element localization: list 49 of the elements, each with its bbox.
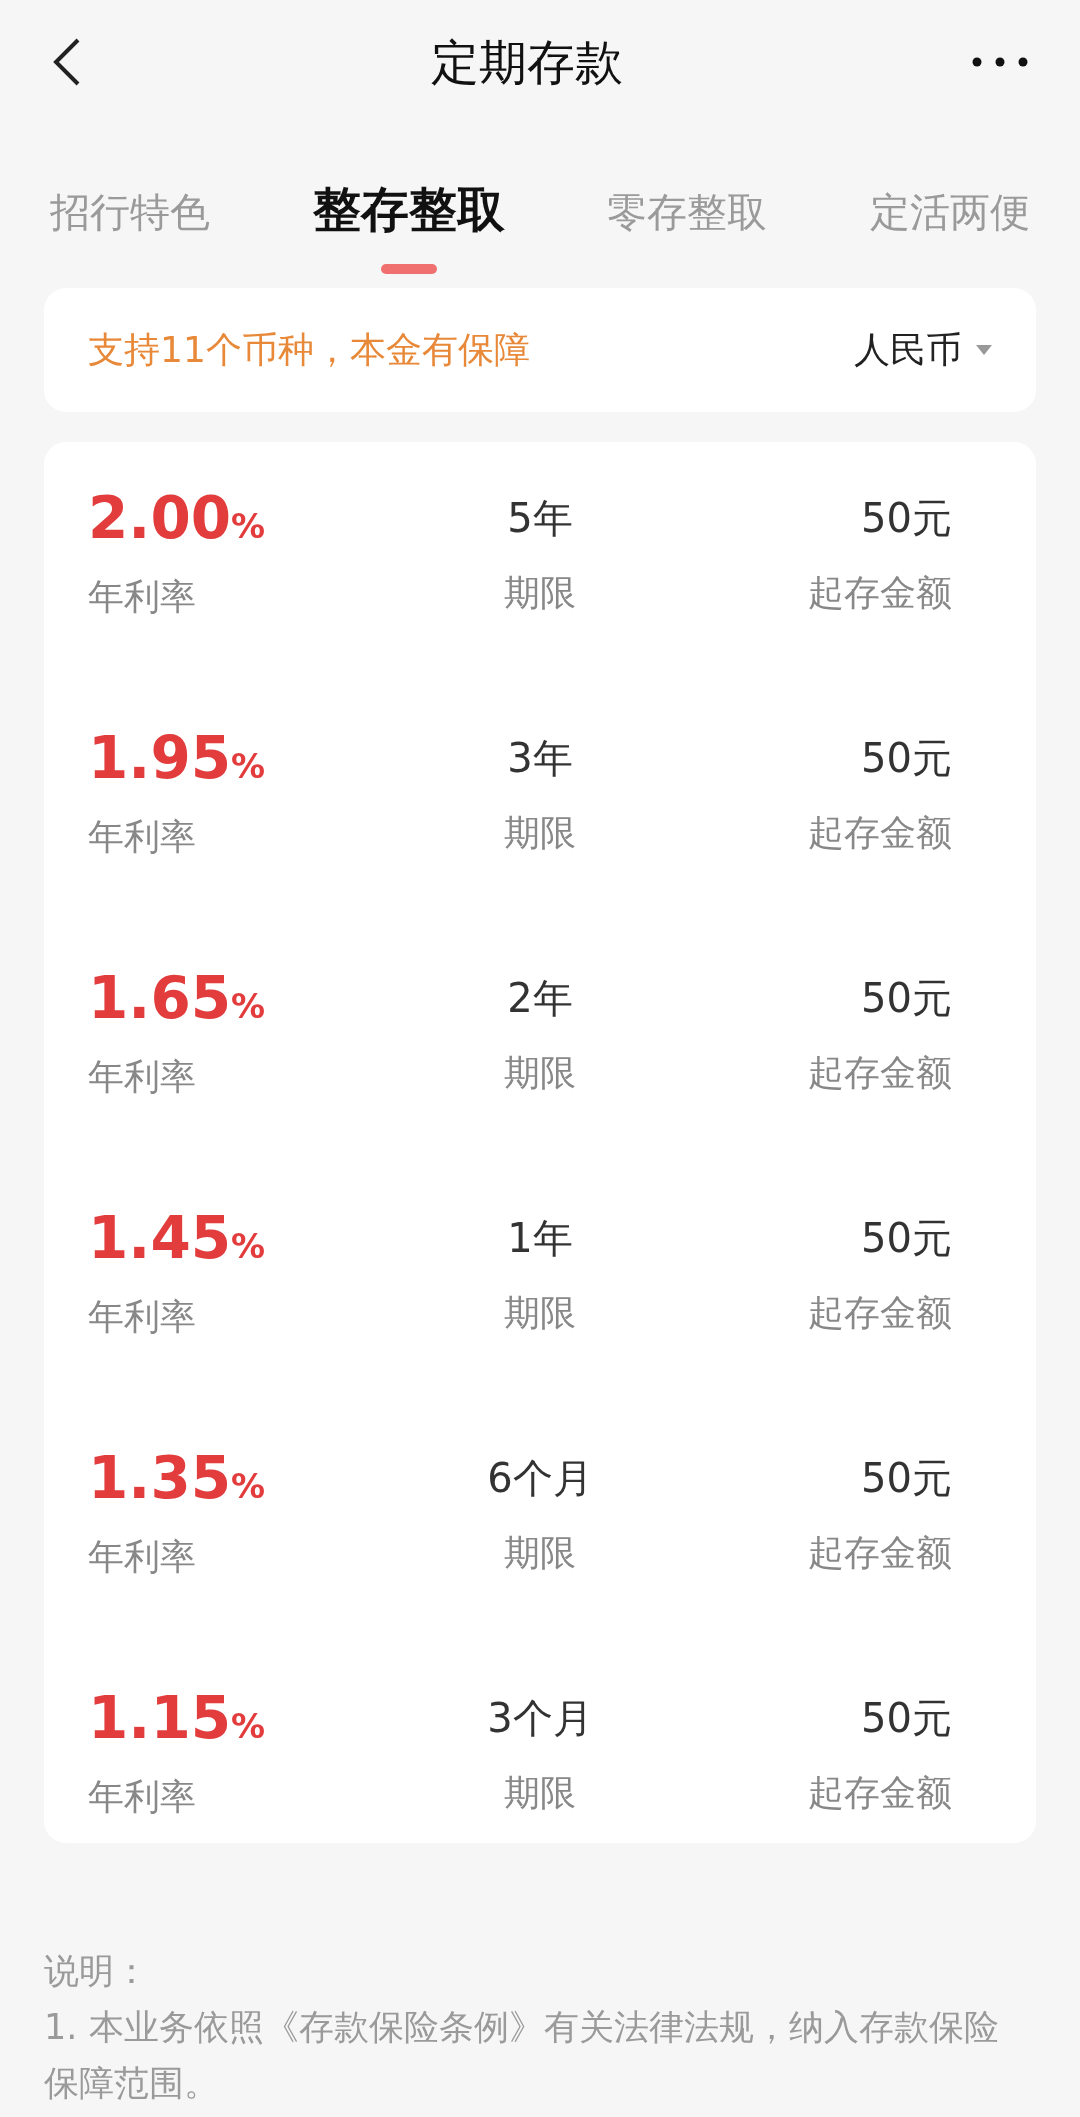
term-value: 6个月 — [487, 1454, 593, 1503]
min-amount: 50元 — [861, 1454, 952, 1503]
interest-rate: 1.35% — [88, 1443, 267, 1514]
term-value: 3年 — [507, 734, 573, 783]
tab[interactable]: 定活两便 — [869, 164, 1030, 254]
term-value: 5年 — [507, 494, 573, 543]
amount-label: 起存金额 — [808, 1291, 952, 1335]
notes-title: 说明： — [44, 1950, 150, 1993]
tab[interactable]: 整存整取 — [312, 164, 505, 274]
note-text: 1. 本业务依照《存款保险条例》有关法律法规，纳入存款保险保障范围。 — [44, 2006, 1000, 2105]
back-icon[interactable] — [52, 37, 82, 87]
min-amount: 50元 — [861, 494, 952, 543]
rate-label: 年利率 — [88, 1535, 197, 1579]
term-label: 期限 — [504, 1051, 576, 1095]
currency-dropdown[interactable]: 人民币 — [854, 323, 992, 377]
interest-rate: 1.45% — [88, 1203, 267, 1274]
term-value: 2年 — [507, 974, 573, 1023]
more-icon[interactable] — [972, 57, 1028, 67]
term-label: 期限 — [504, 1531, 576, 1575]
amount-label: 起存金额 — [808, 1051, 952, 1095]
interest-rate: 1.15% — [88, 1683, 267, 1754]
term-value: 3个月 — [487, 1694, 593, 1743]
min-amount: 50元 — [861, 1214, 952, 1263]
tab-indicator — [380, 264, 437, 274]
term-value: 1年 — [507, 1214, 573, 1263]
tab[interactable]: 零存整取 — [607, 164, 768, 254]
tab[interactable]: 招行特色 — [50, 164, 210, 254]
rate-label: 年利率 — [88, 575, 197, 619]
term-label: 期限 — [504, 811, 576, 855]
page-title: 定期存款 — [431, 33, 623, 92]
rate-label: 年利率 — [88, 1295, 197, 1339]
rate-label: 年利率 — [88, 815, 197, 859]
amount-label: 起存金额 — [808, 571, 952, 615]
interest-rate: 1.65% — [88, 963, 267, 1034]
amount-label: 起存金额 — [808, 811, 952, 855]
caret-icon — [976, 345, 992, 355]
min-amount: 50元 — [861, 1694, 952, 1743]
term-label: 期限 — [504, 571, 576, 615]
interest-rate: 2.00% — [88, 483, 267, 554]
term-label: 期限 — [504, 1771, 576, 1815]
rate-label: 年利率 — [88, 1055, 197, 1099]
min-amount: 50元 — [861, 974, 952, 1023]
amount-label: 起存金额 — [808, 1771, 952, 1815]
amount-label: 起存金额 — [808, 1531, 952, 1575]
term-label: 期限 — [504, 1291, 576, 1335]
rate-label: 年利率 — [88, 1775, 197, 1819]
min-amount: 50元 — [861, 734, 952, 783]
interest-rate: 1.95% — [88, 723, 267, 794]
notice-text: 支持11个币种，本金有保障 — [88, 328, 530, 372]
